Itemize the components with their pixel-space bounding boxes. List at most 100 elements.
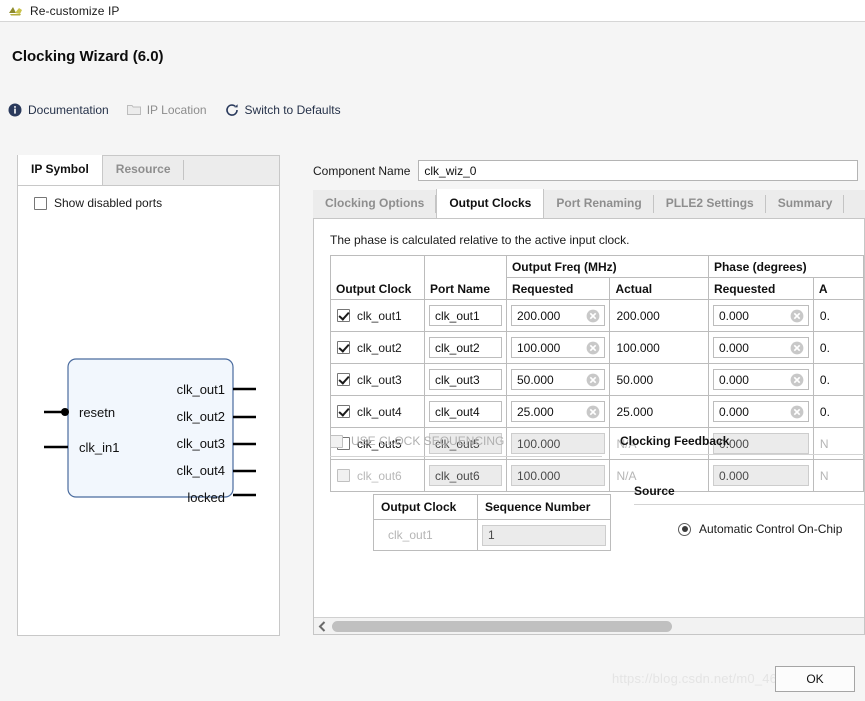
component-name-label: Component Name <box>313 163 411 178</box>
phase-actual-3: 0. <box>819 372 830 387</box>
page-title: Clocking Wizard (6.0) <box>12 48 164 65</box>
clear-icon[interactable] <box>586 405 600 419</box>
svg-text:clk_in1: clk_in1 <box>79 440 119 455</box>
clear-icon[interactable] <box>586 373 600 387</box>
phase-actual-4: 0. <box>819 404 830 419</box>
refresh-icon <box>225 103 239 117</box>
freq-actual-1: 200.000 <box>616 308 660 323</box>
clock-name-clk-out2: clk_out2 <box>357 340 402 355</box>
enable-checkbox-clk-out4[interactable] <box>337 405 350 418</box>
sequence-number-table: Output Clock Sequence Number clk_out1 1 <box>373 494 611 551</box>
table-row: clk_out3 clk_out3 50.000 50.000 0.000 0. <box>330 363 864 396</box>
component-name-row: Component Name <box>313 160 859 181</box>
switch-to-defaults-label: Switch to Defaults <box>244 103 341 117</box>
freq-requested-input-1[interactable]: 200.000 <box>510 305 606 326</box>
scrollbar-track[interactable] <box>330 618 864 635</box>
phase-actual-1: 0. <box>819 308 830 323</box>
header-freq-requested: Requested <box>505 277 611 300</box>
scrollbar-thumb[interactable] <box>332 620 672 632</box>
ip-location-button[interactable]: IP Location <box>126 103 207 117</box>
seq-number-input-1: 1 <box>482 524 606 546</box>
clear-icon[interactable] <box>790 405 804 419</box>
table-header-group-row: Output Clock Port Name Output Freq (MHz)… <box>330 255 864 300</box>
ip-symbol-diagram: resetn clk_in1 clk_out1 clk_out2 clk_out… <box>18 156 279 635</box>
feedback-source-option-row[interactable]: Automatic Control On-Chip <box>678 522 842 536</box>
header-phase-requested: Requested <box>707 277 814 300</box>
header-phase: Phase (degrees) <box>707 255 864 278</box>
header-seq-number: Sequence Number <box>477 494 611 520</box>
output-clocks-body: The phase is calculated relative to the … <box>313 219 865 635</box>
clear-icon[interactable] <box>586 309 600 323</box>
tab-output-clocks[interactable]: Output Clocks <box>436 189 545 218</box>
source-title: Source <box>634 484 675 498</box>
tab-clocking-options[interactable]: Clocking Options <box>313 189 437 218</box>
feedback-divider <box>620 454 864 455</box>
freq-requested-value-2: 100.000 <box>516 340 561 355</box>
port-name-input-2[interactable]: clk_out2 <box>428 337 502 358</box>
clock-name-clk-out6: clk_out6 <box>357 468 402 483</box>
sequencing-divider <box>330 456 602 457</box>
clear-icon[interactable] <box>790 373 804 387</box>
right-panel-tabs: Clocking Options Output Clocks Port Rena… <box>313 189 865 219</box>
port-name-input-1[interactable]: clk_out1 <box>428 305 502 326</box>
clear-icon[interactable] <box>586 341 600 355</box>
port-name-input-4[interactable]: clk_out4 <box>428 401 502 422</box>
documentation-button[interactable]: Documentation <box>8 103 109 117</box>
freq-requested-input-2[interactable]: 100.000 <box>510 337 606 358</box>
svg-text:clk_out4: clk_out4 <box>177 463 225 478</box>
freq-requested-value-3: 50.000 <box>516 372 554 387</box>
freq-requested-value-4: 25.000 <box>516 404 554 419</box>
phase-requested-input-1[interactable]: 0.000 <box>712 305 809 326</box>
phase-actual-6: N <box>819 468 829 483</box>
ok-button[interactable]: OK <box>775 666 855 692</box>
phase-requested-value-1: 0.000 <box>718 308 749 323</box>
seq-clock-name-1: clk_out1 <box>388 528 433 542</box>
tab-summary[interactable]: Summary <box>766 189 845 218</box>
tab-port-renaming[interactable]: Port Renaming <box>544 189 655 218</box>
source-divider <box>634 504 864 505</box>
use-clock-sequencing-row: USE CLOCK SEQUENCING <box>330 434 630 448</box>
phase-requested-input-3[interactable]: 0.000 <box>712 369 809 390</box>
tab-plle2-settings[interactable]: PLLE2 Settings <box>654 189 766 218</box>
clear-icon[interactable] <box>790 309 804 323</box>
clocking-feedback-section: Clocking Feedback Source Automatic Contr… <box>620 434 864 536</box>
clocking-feedback-title: Clocking Feedback <box>620 434 730 448</box>
output-clocks-panel: Clocking Options Output Clocks Port Rena… <box>313 189 865 635</box>
clock-name-clk-out4: clk_out4 <box>357 404 402 419</box>
table-row: clk_out2 clk_out2 100.000 100.000 0.000 … <box>330 331 864 364</box>
component-name-input[interactable] <box>418 160 859 181</box>
phase-requested-value-2: 0.000 <box>718 340 749 355</box>
enable-checkbox-clk-out3[interactable] <box>337 373 350 386</box>
header-toolbar: Documentation IP Location Switch to Defa… <box>8 103 359 117</box>
enable-checkbox-clk-out1[interactable] <box>337 309 350 322</box>
app-root: Re-customize IP Clocking Wizard (6.0) Do… <box>0 0 865 701</box>
enable-checkbox-clk-out2[interactable] <box>337 341 350 354</box>
svg-text:locked: locked <box>187 490 225 505</box>
svg-text:clk_out3: clk_out3 <box>177 436 225 451</box>
phase-requested-input-4[interactable]: 0.000 <box>712 401 809 422</box>
phase-actual-2: 0. <box>819 340 830 355</box>
svg-text:resetn: resetn <box>79 405 115 420</box>
radio-automatic-control-on-chip[interactable] <box>678 522 691 536</box>
horizontal-scrollbar[interactable] <box>314 617 864 635</box>
freq-requested-input-4[interactable]: 25.000 <box>510 401 606 422</box>
folder-icon <box>126 103 141 117</box>
window-title: Re-customize IP <box>30 3 120 18</box>
clock-sequencing-section: USE CLOCK SEQUENCING Output Clock Sequen… <box>330 434 630 551</box>
phase-requested-input-2[interactable]: 0.000 <box>712 337 809 358</box>
phase-requested-value-3: 0.000 <box>718 372 749 387</box>
window-titlebar: Re-customize IP <box>0 0 865 22</box>
switch-to-defaults-button[interactable]: Switch to Defaults <box>225 103 341 117</box>
port-name-input-3[interactable]: clk_out3 <box>428 369 502 390</box>
header-seq-output-clock: Output Clock <box>373 494 478 520</box>
table-row: clk_out6 clk_out6 100.000 N/A 0.000 N <box>330 459 864 492</box>
port-name-input-6: clk_out6 <box>428 465 502 486</box>
vivado-icon <box>8 4 23 18</box>
freq-requested-input-3[interactable]: 50.000 <box>510 369 606 390</box>
svg-text:clk_out1: clk_out1 <box>177 382 225 397</box>
scroll-left-icon[interactable] <box>314 618 330 635</box>
header-phase-actual: A <box>812 277 864 300</box>
freq-actual-6: N/A <box>616 468 637 483</box>
clear-icon[interactable] <box>790 341 804 355</box>
phase-note: The phase is calculated relative to the … <box>330 233 630 247</box>
